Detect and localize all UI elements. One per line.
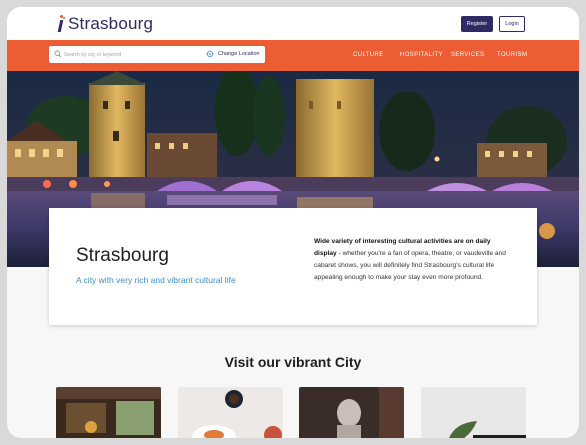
logo-text: Strasbourg	[68, 14, 154, 33]
site-logo[interactable]: Strasbourg	[55, 13, 153, 35]
info-card: Strasbourg A city with very rich and vib…	[49, 208, 537, 325]
city-tile-plant[interactable]	[421, 387, 526, 438]
location-icon	[206, 50, 214, 58]
city-tile-statue[interactable]	[299, 387, 404, 438]
city-tile-restaurant[interactable]	[56, 387, 161, 438]
main-nav: Change Location CULTURE HOSPITALITY SERV…	[7, 40, 579, 71]
site-header: Strasbourg Register Login	[7, 7, 579, 40]
card-description-text: - whether you're a fan of opera, theatre…	[314, 250, 506, 281]
search-icon	[54, 50, 62, 58]
section-title: Visit our vibrant City	[224, 354, 362, 370]
logo-icon	[55, 15, 65, 33]
nav-item-services[interactable]: SERVICES	[451, 52, 484, 58]
change-location-link[interactable]: Change Location	[218, 51, 260, 57]
card-description: Wide variety of interesting cultural act…	[314, 236, 514, 284]
city-tile-food[interactable]	[178, 387, 283, 438]
page-subtitle: A city with very rich and vibrant cultur…	[76, 275, 236, 285]
register-button[interactable]: Register	[461, 16, 493, 32]
browser-frame: Strasbourg Register Login Change Locatio…	[7, 7, 579, 438]
login-button[interactable]: Login	[499, 16, 525, 32]
nav-item-tourism[interactable]: TOURISM	[497, 52, 527, 58]
search-bar: Change Location	[49, 46, 265, 63]
nav-item-hospitality[interactable]: HOSPITALITY	[400, 52, 443, 58]
search-input[interactable]	[64, 49, 196, 60]
nav-item-culture[interactable]: CULTURE	[353, 52, 384, 58]
page-title: Strasbourg	[76, 245, 169, 266]
